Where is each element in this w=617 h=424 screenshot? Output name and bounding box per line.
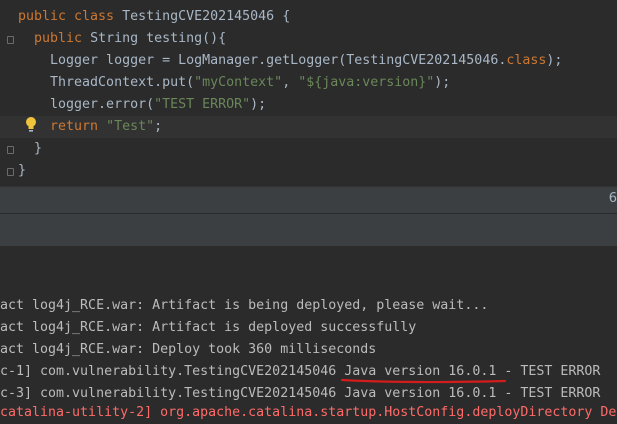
console-line: act log4j_RCE.war: Artifact is deployed …: [0, 320, 417, 335]
code-line-1[interactable]: public class TestingCVE202145046 {: [0, 6, 617, 28]
console-line: act log4j_RCE.war: Artifact is being dep…: [0, 298, 489, 313]
keyword: return: [50, 119, 99, 134]
keyword: public: [34, 31, 83, 46]
fold-end-icon[interactable]: [7, 168, 14, 176]
code-text: String testing(){: [82, 31, 227, 46]
code-line-5[interactable]: logger.error("TEST ERROR");: [0, 94, 617, 116]
code-text: );: [250, 97, 267, 112]
fold-end-icon[interactable]: [7, 146, 14, 154]
code-line-7[interactable]: }: [0, 138, 617, 160]
tool-window-toolbar: [0, 213, 617, 247]
code-text: ;: [154, 119, 163, 134]
code-text: }: [18, 163, 27, 178]
fold-marker-icon[interactable]: [7, 36, 14, 44]
code-text: logger.error(: [18, 97, 155, 112]
code-text: );: [434, 75, 451, 90]
console-error-line: catalina-utility-2] org.apache.catalina.…: [0, 405, 617, 420]
code-text: ThreadContext.put(: [18, 75, 195, 90]
string-literal: "${java:version}": [298, 75, 435, 90]
keyword: class: [506, 53, 547, 68]
lightbulb-icon[interactable]: [24, 116, 38, 134]
code-text: Logger logger = LogManager.getLogger(Tes…: [18, 53, 507, 68]
code-line-4[interactable]: ThreadContext.put("myContext", "${java:v…: [0, 72, 617, 94]
code-line-8[interactable]: }: [0, 160, 617, 182]
string-literal: "Test": [106, 119, 155, 134]
tool-window-header: 6: [0, 186, 617, 213]
code-text: TestingCVE202145046 {: [114, 9, 291, 24]
keyword: public class: [18, 9, 115, 24]
underline-annotation: [340, 378, 507, 384]
code-text: );: [546, 53, 563, 68]
string-literal: "TEST ERROR": [154, 97, 251, 112]
console-output[interactable]: act log4j_RCE.war: Artifact is being dep…: [0, 246, 617, 420]
toolbar-glyph[interactable]: 6: [609, 191, 617, 206]
console-line: act log4j_RCE.war: Deploy took 360 milli…: [0, 342, 377, 357]
code-line-3[interactable]: Logger logger = LogManager.getLogger(Tes…: [0, 50, 617, 72]
console-line: c-1] com.vulnerability.TestingCVE2021450…: [0, 364, 601, 379]
string-literal: "myContext": [194, 75, 283, 90]
code-text: }: [18, 141, 43, 156]
code-text: ,: [282, 75, 299, 90]
code-line-6-current[interactable]: return "Test";: [0, 116, 617, 138]
code-editor[interactable]: public class TestingCVE202145046 { publi…: [0, 0, 617, 186]
code-line-2[interactable]: public String testing(){: [0, 28, 617, 50]
